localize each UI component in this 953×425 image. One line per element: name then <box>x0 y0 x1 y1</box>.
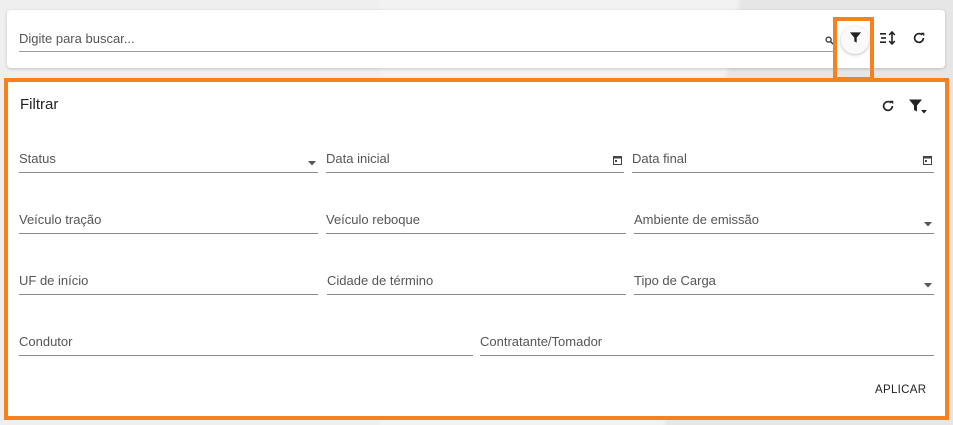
veiculo-tracao-label: Veículo tração <box>19 212 102 227</box>
contratante-field[interactable]: Contratante/Tomador <box>480 331 934 356</box>
cidade-termino-field[interactable]: Cidade de término <box>327 270 626 295</box>
calendar-icon[interactable] <box>923 153 932 168</box>
highlight-frame-filter-button <box>833 17 874 81</box>
ambiente-emissao-select[interactable]: Ambiente de emissão <box>634 209 934 234</box>
dropdown-arrow-icon <box>924 215 932 230</box>
ambiente-emissao-label: Ambiente de emissão <box>634 212 760 227</box>
search-field <box>19 27 834 52</box>
calendar-icon[interactable] <box>613 153 622 168</box>
dropdown-arrow-icon <box>308 154 316 169</box>
uf-inicio-label: UF de início <box>19 273 89 288</box>
apply-button[interactable]: APLICAR <box>875 384 926 396</box>
veiculo-reboque-field[interactable]: Veículo reboque <box>326 209 626 234</box>
sort-icon <box>878 30 898 51</box>
status-select[interactable]: Status <box>19 148 318 173</box>
search-bar-card <box>7 10 945 68</box>
status-label: Status <box>19 151 56 166</box>
condutor-field[interactable]: Condutor <box>19 331 473 356</box>
tipo-carga-select[interactable]: Tipo de Carga <box>634 270 934 295</box>
refresh-button[interactable] <box>906 27 932 53</box>
dropdown-arrow-icon <box>924 276 932 291</box>
sort-button[interactable] <box>875 27 901 53</box>
condutor-label: Condutor <box>19 334 73 349</box>
veiculo-tracao-field[interactable]: Veículo tração <box>19 209 318 234</box>
search-input[interactable] <box>19 27 809 49</box>
filter-panel-title: Filtrar <box>20 96 59 113</box>
contratante-label: Contratante/Tomador <box>480 334 603 349</box>
data-final-label: Data final <box>632 151 687 166</box>
data-final-field[interactable]: Data final <box>632 148 934 173</box>
data-inicial-field[interactable]: Data inicial <box>326 148 624 173</box>
clear-filters-refresh-icon[interactable] <box>881 99 895 118</box>
refresh-icon <box>912 31 926 50</box>
filter-options-icon[interactable] <box>908 98 928 120</box>
filter-panel: Filtrar Status Data inicial Data final V… <box>7 80 945 417</box>
cidade-termino-label: Cidade de término <box>327 273 434 288</box>
veiculo-reboque-label: Veículo reboque <box>326 212 420 227</box>
uf-inicio-field[interactable]: UF de início <box>19 270 318 295</box>
tipo-carga-label: Tipo de Carga <box>634 273 716 288</box>
data-inicial-label: Data inicial <box>326 151 390 166</box>
